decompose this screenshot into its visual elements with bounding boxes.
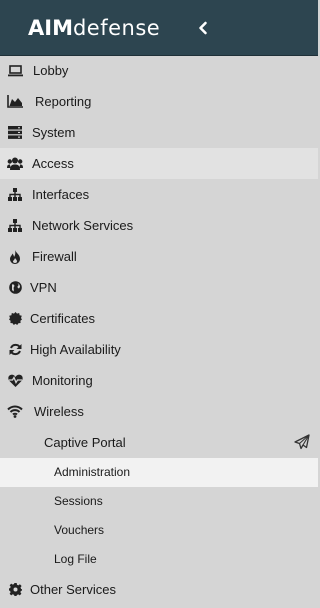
- submenu-item-label: Administration: [54, 465, 131, 479]
- menu-item-certificates[interactable]: Certificates: [0, 303, 318, 334]
- sitemap-icon: [7, 187, 23, 202]
- users-icon: [7, 156, 23, 171]
- submenu-item-vouchers[interactable]: Vouchers: [0, 516, 318, 545]
- menu-item-label: Certificates: [30, 311, 96, 326]
- menu-item-label: High Availability: [30, 342, 121, 357]
- submenu-captive-portal[interactable]: Captive Portal: [0, 427, 318, 458]
- certificate-icon: [7, 311, 23, 326]
- refresh-icon: [7, 342, 23, 357]
- submenu-item-label: Vouchers: [54, 523, 105, 537]
- menu-item-lobby[interactable]: Lobby: [0, 55, 318, 86]
- submenu-item-label: Log File: [54, 552, 97, 566]
- menu-item-network-services[interactable]: Network Services: [0, 210, 318, 241]
- brand-logo[interactable]: AIM defense: [28, 16, 160, 40]
- globe-icon: [7, 280, 23, 295]
- brand-logo-part2: defense: [72, 16, 161, 40]
- menu-item-firewall[interactable]: Firewall: [0, 241, 318, 272]
- laptop-icon: [7, 63, 23, 78]
- fire-icon: [7, 249, 23, 264]
- submenu-label: Captive Portal: [44, 435, 126, 450]
- paper-plane-icon: [294, 434, 310, 450]
- menu-item-label: Interfaces: [32, 187, 90, 202]
- brand-logo-part1: AIM: [28, 16, 73, 40]
- menu-item-high-availability[interactable]: High Availability: [0, 334, 318, 365]
- menu-item-label: Lobby: [33, 63, 69, 78]
- menu-item-label: Reporting: [35, 94, 92, 109]
- chevron-left-icon: [199, 21, 207, 35]
- menu-item-other-services[interactable]: Other Services: [0, 574, 318, 605]
- menu-item-label: VPN: [30, 280, 57, 295]
- menu-item-wireless[interactable]: Wireless: [0, 396, 318, 427]
- sidebar-header: AIM defense: [0, 0, 318, 56]
- submenu-item-label: Sessions: [54, 494, 103, 508]
- menu-item-system[interactable]: System: [0, 117, 318, 148]
- menu-item-vpn[interactable]: VPN: [0, 272, 318, 303]
- heartbeat-icon: [7, 373, 23, 388]
- area-chart-icon: [7, 94, 23, 109]
- menu-item-label: Access: [32, 156, 74, 171]
- cog-icon: [7, 582, 23, 597]
- main-menu: Lobby Reporting System Access Interfaces…: [0, 55, 318, 605]
- menu-item-monitoring[interactable]: Monitoring: [0, 365, 318, 396]
- menu-item-label: Wireless: [34, 404, 84, 419]
- sitemap-icon: [7, 218, 23, 233]
- submenu-item-log-file[interactable]: Log File: [0, 545, 318, 574]
- submenu-item-administration[interactable]: Administration: [0, 458, 318, 487]
- wifi-icon: [7, 404, 23, 419]
- menu-item-label: Other Services: [30, 582, 116, 597]
- server-icon: [7, 125, 23, 140]
- menu-item-label: Firewall: [32, 249, 77, 264]
- submenu-item-sessions[interactable]: Sessions: [0, 487, 318, 516]
- menu-item-reporting[interactable]: Reporting: [0, 86, 318, 117]
- menu-item-interfaces[interactable]: Interfaces: [0, 179, 318, 210]
- menu-item-label: Monitoring: [32, 373, 93, 388]
- collapse-sidebar-button[interactable]: [192, 17, 214, 39]
- menu-item-access[interactable]: Access: [0, 148, 318, 179]
- menu-item-label: Network Services: [32, 218, 134, 233]
- menu-item-label: System: [32, 125, 76, 140]
- sidebar: AIM defense Lobby Reporting System Acces…: [0, 0, 318, 608]
